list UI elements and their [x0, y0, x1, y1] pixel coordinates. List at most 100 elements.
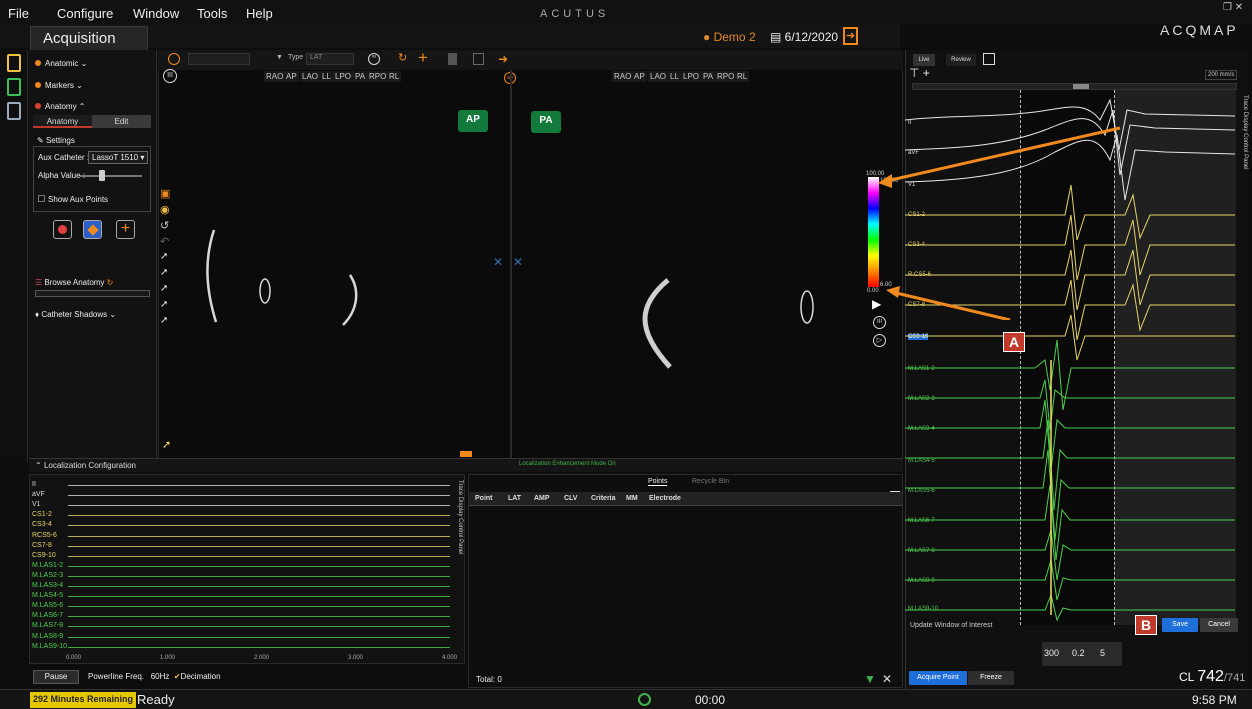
tab-acquisition[interactable]: Acquisition	[30, 26, 148, 50]
arrow-to-colorbar-max	[881, 126, 1121, 184]
menu-file[interactable]: File	[8, 6, 29, 21]
menu-window[interactable]: Window	[133, 6, 179, 21]
points-panel	[468, 474, 903, 688]
menu-help[interactable]: Help	[246, 6, 273, 21]
catheter-shadows-label: Catheter Shadows	[41, 310, 108, 319]
channel-trace	[68, 515, 450, 517]
add-map-icon[interactable]: +	[418, 48, 428, 68]
col-point[interactable]: Point	[475, 495, 493, 502]
monitor-mode-icon[interactable]	[7, 78, 21, 96]
localization-bar[interactable]: ⌃ Localization Configuration Localizatio…	[29, 458, 903, 472]
save-disk-icon[interactable]	[473, 53, 484, 65]
channel-trace	[68, 485, 450, 486]
show-aux-points-checkbox[interactable]: Show Aux Points	[38, 195, 108, 204]
anatomy-edit-toggle: Anatomy Edit	[33, 115, 151, 128]
powerline-value[interactable]: 60Hz	[151, 672, 170, 681]
settings-box: Aux Catheter : LassoT 1510 ▾ Alpha Value…	[33, 146, 151, 212]
tab-anatomy[interactable]: Anatomy	[33, 115, 92, 128]
trace-control-panel-label[interactable]: Trace Display Control Panel	[451, 480, 463, 630]
col-lat[interactable]: LAT	[508, 495, 521, 502]
tab-points[interactable]: Points	[648, 478, 668, 486]
powerline-row: Powerline Freq. 60Hz ✔Decimation	[88, 672, 221, 681]
menu-tools[interactable]: Tools	[197, 6, 227, 21]
right-trace-control-panel-label[interactable]: Trace Display Control Panel	[1236, 95, 1248, 255]
browse-anatomy-row[interactable]: ☰ Browse Anatomy ↻	[35, 278, 113, 287]
tab-review[interactable]: Review	[946, 54, 976, 66]
markers-menu[interactable]: Markers ⌄	[35, 81, 83, 90]
map-select[interactable]	[188, 53, 250, 65]
catheter-shape-left-1	[206, 229, 218, 323]
trace-las67-wave	[905, 484, 1235, 561]
trace-las23-wave	[905, 379, 1235, 431]
anatomy-menu[interactable]: Anatomy ⌃	[35, 102, 86, 111]
type-select[interactable]: LAT	[306, 53, 354, 65]
sweep-speed-select[interactable]: 200 mm/s	[1205, 70, 1238, 80]
trash-icon[interactable]	[448, 53, 457, 65]
channel-label: CS7-8	[32, 541, 52, 549]
trace-las34-wave	[905, 399, 1235, 471]
trace-las910-wave	[905, 593, 1235, 622]
sync-icon[interactable]: ∞	[368, 53, 380, 65]
settings-gear-icon[interactable]	[7, 102, 21, 120]
delete-icon[interactable]: ✕	[882, 672, 892, 686]
tab-edit[interactable]: Edit	[92, 115, 151, 128]
save-button[interactable]: Save	[1162, 618, 1198, 632]
cancel-button[interactable]: Cancel	[1200, 618, 1238, 632]
caliper-icon[interactable]: ⊤ +	[909, 66, 930, 80]
reset-icon[interactable]: ↻	[398, 51, 407, 64]
channel-trace	[68, 505, 450, 507]
dropdown-chevron-icon[interactable]: ▼	[276, 54, 283, 61]
layout-icon[interactable]	[983, 53, 995, 65]
channel-trace	[68, 575, 450, 577]
alpha-slider-track[interactable]	[80, 175, 142, 177]
timeline-scroll-thumb[interactable]	[1073, 84, 1089, 89]
decimation-checkbox[interactable]: Decimation	[181, 672, 221, 681]
user-display[interactable]: ● Demo 2	[703, 30, 756, 44]
trace-panel-bottom	[29, 474, 465, 664]
channel-trace	[68, 616, 450, 618]
callout-a: A	[1003, 332, 1025, 352]
alpha-slider-thumb[interactable]	[98, 170, 105, 181]
col-clv[interactable]: CLV	[564, 495, 577, 502]
map-icon[interactable]	[168, 53, 180, 65]
points-total: Total: 0	[476, 675, 502, 684]
menu-configure[interactable]: Configure	[57, 6, 113, 21]
paint-button[interactable]	[83, 220, 102, 239]
col-mm[interactable]: MM	[626, 495, 638, 502]
col-criteria[interactable]: Criteria	[591, 495, 616, 502]
refresh-icon[interactable]: ↻	[107, 278, 114, 287]
tab-recycle-bin[interactable]: Recycle Bin	[692, 478, 729, 485]
channel-trace	[68, 565, 450, 567]
arrowhead-top-icon	[878, 174, 892, 188]
acquire-point-button[interactable]: Acquire Point	[909, 671, 967, 685]
col-electrode[interactable]: Electrode	[649, 495, 681, 502]
tab-live[interactable]: Live	[913, 54, 935, 66]
exit-icon[interactable]: ➜	[843, 27, 858, 45]
viewport-collapse-handle[interactable]	[460, 451, 472, 457]
settings-label: Settings	[45, 136, 75, 145]
trace-las12-wave	[905, 339, 1235, 411]
date-value: 6/12/2020	[784, 30, 839, 44]
window-controls[interactable]: ❐ ✕	[1223, 2, 1243, 13]
aux-catheter-select[interactable]: LassoT 1510 ▾	[88, 151, 149, 164]
channel-label: M.LAS2-3	[32, 571, 64, 579]
timeline-scrollbar[interactable]	[912, 83, 1237, 90]
acquisition-mode-icon[interactable]	[7, 54, 21, 72]
time-axis-tick: 0.000	[66, 655, 82, 661]
shield-icon[interactable]: ▼	[864, 672, 876, 686]
add-button[interactable]: +	[116, 220, 135, 239]
catheter-shape-right-1	[642, 278, 672, 369]
freeze-button[interactable]: Freeze	[968, 671, 1014, 685]
export-icon[interactable]: ➜	[498, 52, 508, 66]
col-amp[interactable]: AMP	[534, 495, 550, 502]
settings-heading: ✎ Settings	[37, 136, 75, 145]
readout-2: 0.2	[1072, 648, 1085, 658]
recording-status-icon[interactable]	[638, 693, 651, 706]
pause-button[interactable]: Pause	[33, 670, 79, 684]
catheter-shadows-menu[interactable]: ♦ Catheter Shadows ⌄	[35, 310, 116, 319]
step-icon[interactable]: ▷	[873, 334, 886, 347]
anatomic-menu[interactable]: Anatomic ⌄	[35, 59, 87, 68]
crosshair-icon-left: ✕	[493, 255, 503, 269]
calendar-icon: ▤	[770, 30, 785, 44]
record-button[interactable]	[53, 220, 72, 239]
